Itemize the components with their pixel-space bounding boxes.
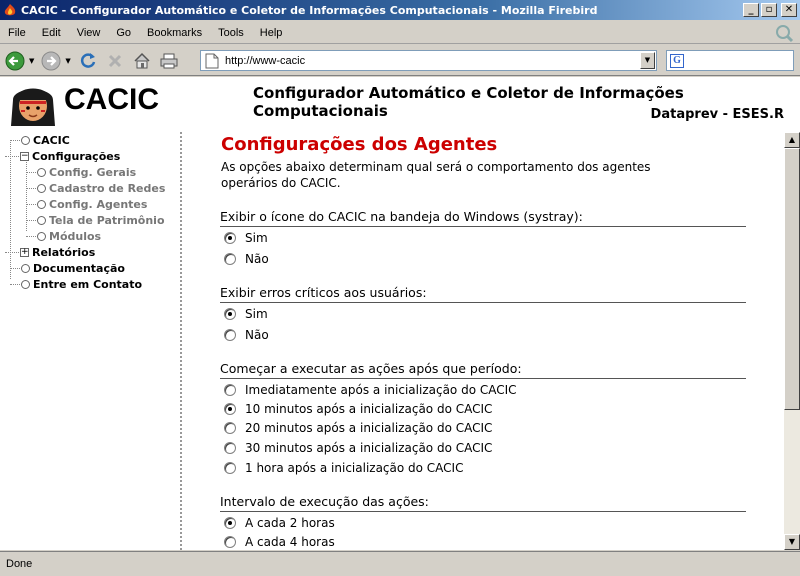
- option-interval-2h[interactable]: A cada 2 horas: [224, 516, 335, 530]
- option-delay-20min[interactable]: 20 minutos após a inicialização do CACIC: [224, 421, 492, 435]
- collapse-icon[interactable]: −: [20, 151, 29, 161]
- navigation-toolbar: ▼ ▼ http://www-cacic ▼ G: [0, 46, 800, 76]
- reload-icon[interactable]: [76, 49, 100, 73]
- node-icon: [37, 199, 46, 209]
- node-icon: [21, 263, 30, 273]
- option-errors-nao[interactable]: Não: [224, 328, 269, 342]
- sidebar-item-modulos[interactable]: Módulos: [26, 228, 101, 244]
- intro-text: As opções abaixo determinam qual será o …: [221, 160, 651, 190]
- print-icon[interactable]: [157, 49, 181, 73]
- menu-go[interactable]: Go: [108, 27, 139, 39]
- node-icon: [37, 215, 46, 225]
- node-icon: [21, 135, 30, 145]
- menu-bar: File Edit View Go Bookmarks Tools Help: [0, 22, 800, 44]
- radio-button[interactable]: [224, 253, 236, 265]
- option-delay-10min[interactable]: 10 minutos após a inicialização do CACIC: [224, 402, 492, 416]
- radio-button[interactable]: [224, 517, 236, 529]
- sidebar-item-config-agentes[interactable]: Config. Agentes: [26, 196, 147, 212]
- stop-icon[interactable]: [103, 49, 127, 73]
- menu-view[interactable]: View: [69, 27, 109, 39]
- radio-button[interactable]: [224, 536, 236, 548]
- node-icon: [37, 183, 46, 193]
- sidebar-item-documentacao[interactable]: Documentação: [10, 260, 125, 276]
- menu-edit[interactable]: Edit: [34, 27, 69, 39]
- maximize-button[interactable]: ▫: [761, 3, 777, 17]
- scroll-thumb[interactable]: [784, 148, 800, 410]
- section-interval-title: Intervalo de execução das ações:: [220, 494, 746, 512]
- search-box[interactable]: G: [666, 50, 794, 71]
- option-delay-30min[interactable]: 30 minutos após a inicialização do CACIC: [224, 441, 492, 455]
- sidebar-item-tela-patrimonio[interactable]: Tela de Patrimônio: [26, 212, 165, 228]
- option-systray-sim[interactable]: Sim: [224, 231, 268, 245]
- option-delay-immediate[interactable]: Imediatamente após a inicialização do CA…: [224, 383, 517, 397]
- throbber-icon: [776, 25, 794, 43]
- menu-help[interactable]: Help: [252, 27, 291, 39]
- menu-bookmarks[interactable]: Bookmarks: [139, 27, 210, 39]
- radio-button[interactable]: [224, 403, 236, 415]
- window-title: CACIC - Configurador Automático e Coleto…: [21, 3, 598, 17]
- option-interval-4h[interactable]: A cada 4 horas: [224, 535, 335, 549]
- address-bar[interactable]: http://www-cacic ▼: [200, 50, 657, 71]
- menu-file[interactable]: File: [0, 27, 34, 39]
- logo-text: CACIC: [64, 83, 159, 116]
- node-icon: [37, 231, 46, 241]
- status-bar: Done: [0, 551, 800, 576]
- url-dropdown-button[interactable]: ▼: [640, 52, 655, 69]
- radio-button[interactable]: [224, 232, 236, 244]
- radio-button[interactable]: [224, 329, 236, 341]
- sidebar-item-cadastro-redes[interactable]: Cadastro de Redes: [26, 180, 165, 196]
- cacic-logo-icon: [11, 88, 55, 126]
- option-systray-nao[interactable]: Não: [224, 252, 269, 266]
- sidebar-item-relatorios[interactable]: + Relatórios: [5, 244, 95, 260]
- minimize-button[interactable]: _: [743, 3, 759, 17]
- window-title-bar: CACIC - Configurador Automático e Coleto…: [0, 0, 800, 20]
- page-viewport: CACIC Configurador Automático e Coletor …: [0, 77, 800, 550]
- node-icon: [37, 167, 46, 177]
- url-text[interactable]: http://www-cacic: [225, 55, 640, 67]
- firebird-icon: [4, 4, 16, 16]
- google-icon[interactable]: G: [670, 53, 684, 68]
- page-header: CACIC Configurador Automático e Coletor …: [0, 77, 800, 129]
- sidebar-item-configuracoes[interactable]: − Configurações: [5, 148, 120, 164]
- sidebar-item-cacic[interactable]: CACIC: [10, 132, 70, 148]
- organization-label: Dataprev - ESES.R: [650, 107, 784, 122]
- page-icon: [205, 53, 219, 68]
- expand-icon[interactable]: +: [20, 247, 29, 257]
- sidebar-menu: CACIC − Configurações Config. Gerais Cad…: [0, 132, 182, 550]
- menu-tools[interactable]: Tools: [210, 27, 252, 39]
- section-systray-title: Exibir o ícone do CACIC na bandeja do Wi…: [220, 209, 746, 227]
- radio-button[interactable]: [224, 422, 236, 434]
- back-icon[interactable]: [3, 49, 27, 73]
- close-button[interactable]: ✕: [781, 3, 797, 17]
- sidebar-item-config-gerais[interactable]: Config. Gerais: [26, 164, 136, 180]
- option-delay-1hour[interactable]: 1 hora após a inicialização do CACIC: [224, 461, 463, 475]
- back-dropdown-icon[interactable]: ▼: [29, 57, 34, 65]
- sidebar-item-entre-em-contato[interactable]: Entre em Contato: [10, 276, 142, 292]
- vertical-scrollbar[interactable]: ▲ ▼: [784, 132, 800, 550]
- node-icon: [21, 279, 30, 289]
- radio-button[interactable]: [224, 384, 236, 396]
- forward-dropdown-icon[interactable]: ▼: [65, 57, 70, 65]
- page-title: Configurações dos Agentes: [221, 134, 498, 155]
- radio-button[interactable]: [224, 442, 236, 454]
- status-text: Done: [6, 558, 33, 570]
- home-icon[interactable]: [130, 49, 154, 73]
- option-errors-sim[interactable]: Sim: [224, 307, 268, 321]
- section-errors-title: Exibir erros críticos aos usuários:: [220, 285, 746, 303]
- radio-button[interactable]: [224, 308, 236, 320]
- section-delay-title: Começar a executar as ações após que per…: [220, 361, 746, 379]
- scroll-down-button[interactable]: ▼: [784, 534, 800, 550]
- forward-icon[interactable]: [39, 49, 63, 73]
- radio-button[interactable]: [224, 462, 236, 474]
- scroll-up-button[interactable]: ▲: [784, 132, 800, 148]
